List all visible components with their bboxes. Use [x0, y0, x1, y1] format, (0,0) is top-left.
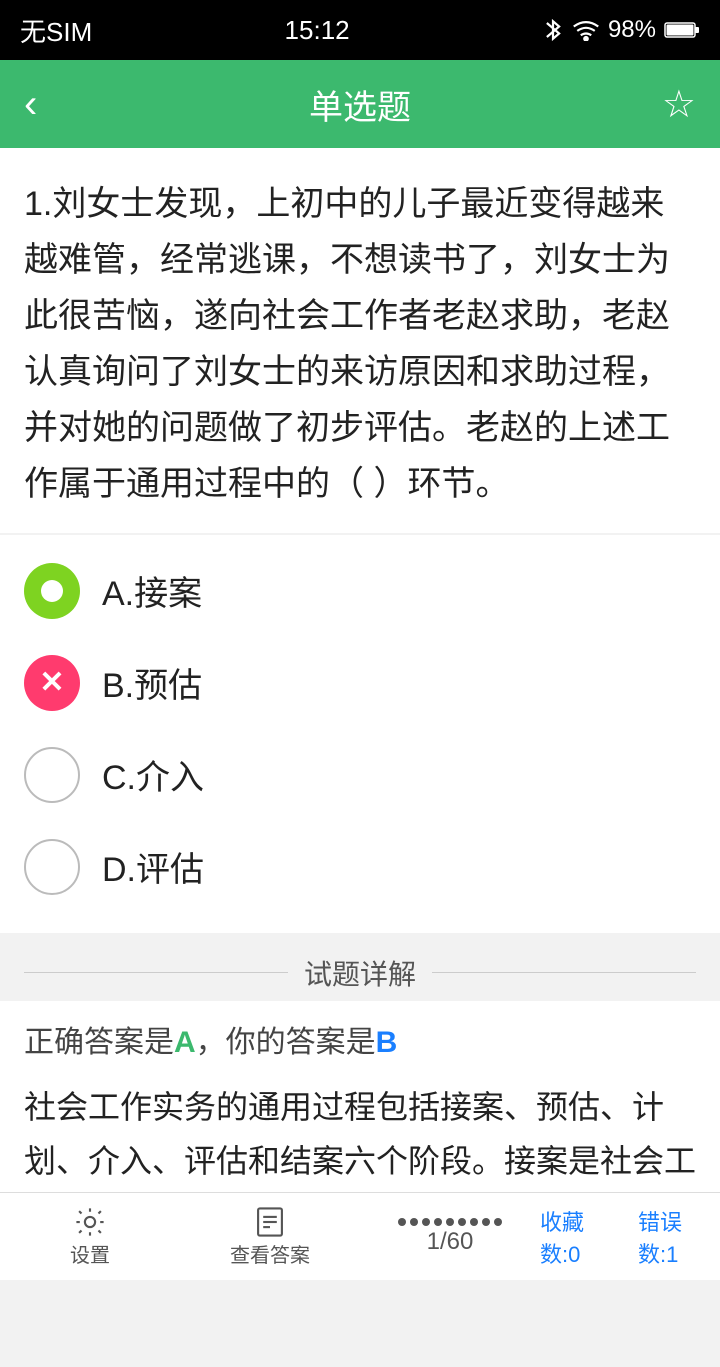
page-indicator[interactable]: 1/60 [360, 1218, 540, 1256]
question-text: .刘女士发现，上初中的儿子最近变得越来越难管，经常逃课，不想读书了，刘女士为此很… [24, 185, 670, 503]
option-b-label: B.预估 [102, 658, 202, 707]
divider-line-right [432, 972, 696, 973]
question-area: 1.刘女士发现，上初中的儿子最近变得越来越难管，经常逃课，不想读书了，刘女士为此… [0, 148, 720, 533]
battery-icon [664, 20, 700, 40]
wifi-icon [572, 19, 600, 41]
option-d-icon [24, 839, 80, 895]
x-mark-icon: ✕ [39, 668, 64, 698]
option-b-icon: ✕ [24, 655, 80, 711]
divider-line-left [24, 972, 288, 973]
time-label: 15:12 [285, 15, 350, 46]
option-c-icon [24, 747, 80, 803]
stats-area: 收藏数:0 错误数:1 [540, 1205, 720, 1269]
page-label: 1/60 [427, 1228, 474, 1256]
star-button[interactable]: ☆ [636, 82, 696, 127]
view-answer-button[interactable]: 查看答案 [180, 1205, 360, 1268]
answer-icon [253, 1205, 287, 1239]
option-c-label: C.介入 [102, 750, 204, 799]
back-button[interactable]: ‹ [24, 82, 84, 127]
gear-icon [73, 1205, 107, 1239]
status-bar: 无SIM 15:12 98% [0, 0, 720, 60]
status-icons: 98% [542, 16, 700, 44]
bluetooth-icon [542, 16, 564, 44]
page-title: 单选题 [84, 80, 636, 129]
answer-line: 正确答案是A，你的答案是B [24, 1017, 696, 1068]
option-c[interactable]: C.介入 [24, 729, 696, 821]
option-a-label: A.接案 [102, 566, 202, 615]
carrier-label: 无SIM [20, 12, 92, 49]
divider-label: 试题详解 [288, 953, 432, 993]
options-area: A.接案 ✕ B.预估 C.介入 D.评估 [0, 535, 720, 933]
option-b[interactable]: ✕ B.预估 [24, 637, 696, 729]
error-count: 错误数:1 [638, 1205, 720, 1269]
option-a-icon [24, 563, 80, 619]
battery-label: 98% [608, 16, 656, 44]
section-divider: 试题详解 [0, 953, 720, 993]
header: ‹ 单选题 ☆ [0, 60, 720, 148]
collect-count: 收藏数:0 [540, 1205, 622, 1269]
correct-answer: A [174, 1026, 196, 1059]
answer-separator: ，你的答案是 [196, 1026, 376, 1059]
option-a[interactable]: A.接案 [24, 545, 696, 637]
settings-label: 设置 [70, 1239, 110, 1268]
view-answer-label: 查看答案 [230, 1239, 310, 1268]
option-d[interactable]: D.评估 [24, 821, 696, 913]
answer-prefix: 正确答案是 [24, 1026, 174, 1059]
user-answer: B [376, 1026, 398, 1059]
option-d-label: D.评估 [102, 842, 204, 891]
question-number: 1 [24, 185, 43, 223]
bottom-bar: 设置 查看答案 1/60 [0, 1192, 720, 1280]
settings-button[interactable]: 设置 [0, 1205, 180, 1268]
